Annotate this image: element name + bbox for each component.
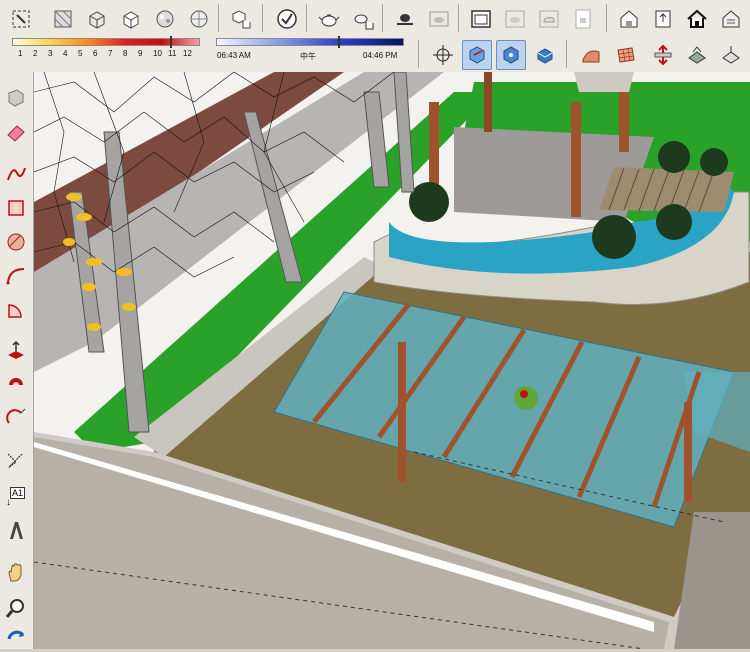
- toolbar-separator: [606, 4, 607, 32]
- toolbar-separator: [218, 4, 219, 32]
- shadow-month-labels: 1 2 3 4 5 6 7 8 9 10 11 12: [10, 49, 202, 61]
- axes-icon[interactable]: [2, 446, 30, 474]
- teapot-box-icon[interactable]: [500, 4, 530, 34]
- month-label: 7: [108, 49, 113, 58]
- section-cut-icon[interactable]: [530, 40, 560, 70]
- wireframe-cube-icon[interactable]: [82, 4, 112, 34]
- zoom-icon[interactable]: [2, 594, 30, 622]
- toolbar-separator: [458, 4, 459, 32]
- month-label: 11: [168, 49, 177, 58]
- toolbar-separator: [306, 4, 307, 32]
- page-lock-icon[interactable]: [568, 4, 598, 34]
- cube-hand-icon[interactable]: [226, 4, 256, 34]
- month-label: 5: [78, 49, 83, 58]
- teapot-icon[interactable]: [314, 4, 344, 34]
- follow-me-icon[interactable]: [2, 370, 30, 398]
- orbit-icon[interactable]: [2, 624, 30, 652]
- month-label: 3: [48, 49, 53, 58]
- time-end-label: 04:46 PM: [363, 51, 398, 60]
- push-pull-icon[interactable]: [2, 336, 30, 364]
- select-mode-icon[interactable]: [6, 4, 36, 34]
- pavilion-post: [571, 102, 581, 217]
- add-detail-icon[interactable]: [716, 40, 746, 70]
- textured-sphere-icon[interactable]: [184, 4, 214, 34]
- text-arrow-icon: ↓: [6, 497, 11, 508]
- grid-icon[interactable]: [610, 40, 640, 70]
- shaded-sphere-icon[interactable]: [150, 4, 180, 34]
- pavilion-post: [484, 72, 492, 132]
- toolbar-separator: [262, 4, 263, 32]
- text-icon[interactable]: A1 ↓: [2, 482, 30, 510]
- toolbar-shadows: 1 2 3 4 5 6 7 8 9 10 11 12 06:43 AM 中午 04:46 PM: [0, 36, 750, 73]
- month-label: 2: [33, 49, 38, 58]
- home-icon[interactable]: [682, 4, 712, 34]
- rectangle-icon[interactable]: [2, 194, 30, 222]
- sandbox-icon[interactable]: [576, 40, 606, 70]
- move-gizmo[interactable]: [514, 386, 538, 410]
- rotated-rectangle-icon[interactable]: [2, 228, 30, 256]
- shadow-time-gradient: [216, 38, 404, 46]
- month-label: 9: [138, 49, 143, 58]
- shadow-month-slider[interactable]: 1 2 3 4 5 6 7 8 9 10 11 12: [10, 36, 202, 70]
- eraser-box-icon[interactable]: [2, 84, 30, 112]
- teapot-saucer-icon[interactable]: [390, 4, 420, 34]
- month-label: 6: [93, 49, 98, 58]
- month-label: 12: [183, 49, 192, 58]
- toolbar-separator: [418, 40, 419, 68]
- model-viewport[interactable]: [34, 72, 750, 649]
- month-label: 4: [63, 49, 68, 58]
- stamp-icon[interactable]: [648, 40, 678, 70]
- 3d-text-icon[interactable]: [2, 516, 30, 544]
- text-tool-label: A1: [10, 487, 26, 499]
- month-label: 10: [153, 49, 162, 58]
- pergola-column: [684, 402, 692, 502]
- time-start-label: 06:43 AM: [217, 51, 251, 60]
- component-home-icon[interactable]: [716, 4, 746, 34]
- section-display-icon[interactable]: [496, 40, 526, 70]
- month-slider-knob[interactable]: [170, 36, 172, 48]
- shadow-time-slider[interactable]: 06:43 AM 中午 04:46 PM: [214, 36, 406, 70]
- check-circle-icon[interactable]: [272, 4, 302, 34]
- toolbar-separator: [382, 4, 383, 32]
- window-frame-icon[interactable]: [466, 4, 496, 34]
- tape-measure-icon[interactable]: [2, 404, 30, 432]
- cloud-box-icon[interactable]: [534, 4, 564, 34]
- section-plane-icon[interactable]: [462, 40, 492, 70]
- xray-icon[interactable]: [48, 4, 78, 34]
- teapot-frame-icon[interactable]: [424, 4, 454, 34]
- freehand-icon[interactable]: [2, 160, 30, 188]
- model-canvas: [34, 72, 750, 649]
- time-slider-knob[interactable]: [338, 36, 340, 48]
- month-label: 1: [18, 49, 23, 58]
- pergola-column: [398, 342, 406, 482]
- toolbar-separator: [566, 40, 567, 68]
- time-noon-label: 中午: [300, 52, 316, 61]
- pie-icon[interactable]: [2, 296, 30, 324]
- arc-icon[interactable]: [2, 262, 30, 290]
- upload-model-icon[interactable]: [648, 4, 678, 34]
- hidden-line-cube-icon[interactable]: [116, 4, 146, 34]
- left-tools-toolbar: A1 ↓: [0, 72, 34, 649]
- eraser-icon[interactable]: [2, 118, 30, 146]
- month-label: 8: [123, 49, 128, 58]
- pavilion-roof: [574, 72, 634, 92]
- warehouse-icon[interactable]: [614, 4, 644, 34]
- pan-icon[interactable]: [2, 558, 30, 586]
- drape-icon[interactable]: [682, 40, 712, 70]
- teapot-hand-icon[interactable]: [348, 4, 378, 34]
- toolbar-views: [0, 0, 750, 37]
- move-axis-icon[interactable]: [428, 40, 458, 70]
